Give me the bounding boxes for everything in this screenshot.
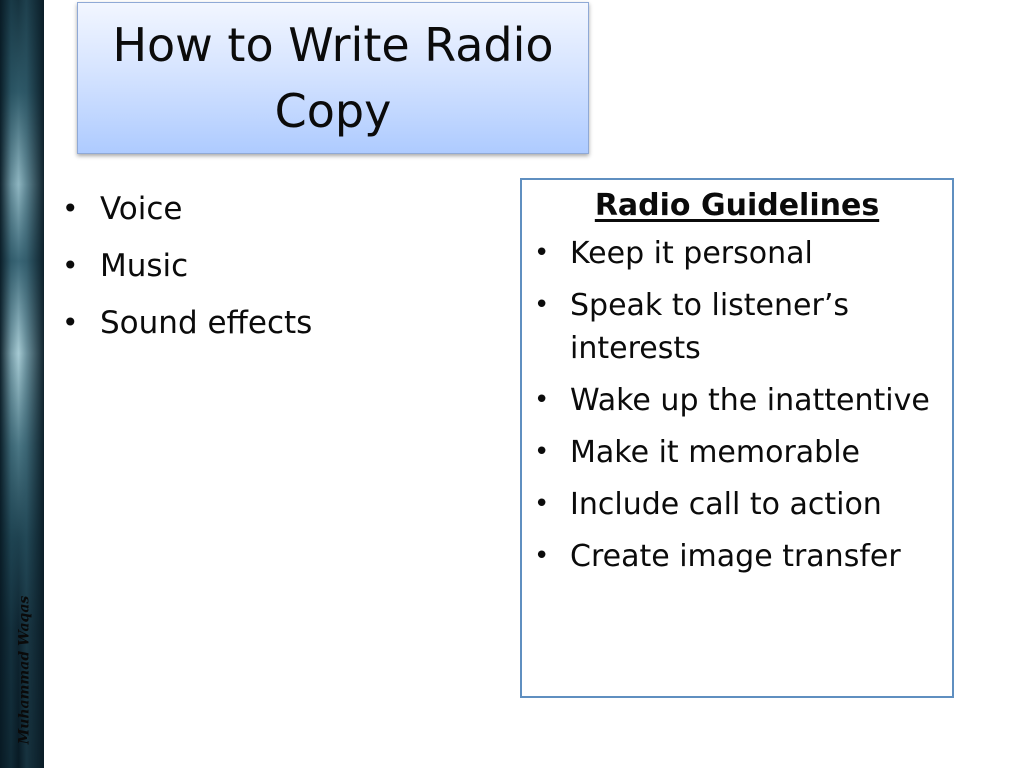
list-item: Create image transfer bbox=[522, 535, 952, 578]
author-credit: Muhammad Waqas bbox=[6, 580, 42, 760]
list-item: Sound effects bbox=[60, 299, 312, 347]
author-name: Muhammad Waqas bbox=[16, 595, 33, 745]
guidelines-box: Radio Guidelines Keep it personal Speak … bbox=[520, 178, 954, 698]
list-item: Make it memorable bbox=[522, 431, 952, 474]
guidelines-list: Keep it personal Speak to listener’s int… bbox=[522, 232, 952, 578]
list-item: Include call to action bbox=[522, 483, 952, 526]
list-item: Speak to listener’s interests bbox=[522, 284, 952, 370]
guidelines-heading: Radio Guidelines bbox=[594, 188, 880, 223]
slide: Muhammad Waqas How to Write Radio Copy V… bbox=[0, 0, 1024, 768]
elements-list: Voice Music Sound effects bbox=[60, 185, 312, 356]
list-item: Wake up the inattentive bbox=[522, 379, 952, 422]
list-item: Voice bbox=[60, 185, 312, 233]
list-item: Keep it personal bbox=[522, 232, 952, 275]
title-box: How to Write Radio Copy bbox=[77, 2, 589, 154]
list-item: Music bbox=[60, 242, 312, 290]
slide-title: How to Write Radio Copy bbox=[112, 18, 554, 138]
